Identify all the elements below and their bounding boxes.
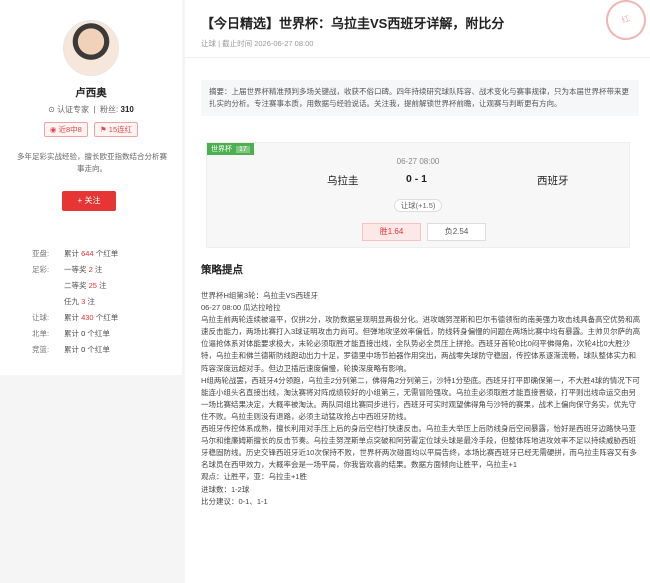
paragraph: 06-27 08:00 瓜达拉哈拉	[201, 303, 281, 313]
badge-recent: ◉ 近8中8	[43, 122, 88, 137]
league-tag: 世界杯 17	[207, 143, 254, 155]
follow-button[interactable]: + 关注	[62, 191, 116, 211]
stat-row: 足彩: 一等奖 2 注	[32, 265, 103, 274]
author-sidebar: 卢西奥 ⊙ 认证专家 | 粉丝: 310 ◉ 近8中8 ⚑ 15连红 多年足彩实…	[0, 0, 182, 583]
article-panel: 【今日精选】世界杯：乌拉圭VS西班牙详解，附比分 让球 | 截止时间 2026-…	[185, 0, 650, 583]
author-badges: ◉ 近8中8 ⚑ 15连红	[0, 122, 182, 137]
article-summary: 摘要：上届世界杯精准预判多场关键战，收获不俗口碑。四年持续研究球队阵容、战术变化…	[201, 80, 639, 116]
avatar[interactable]	[63, 20, 119, 76]
away-team: 西班牙	[537, 175, 569, 187]
article-title: 【今日精选】世界杯：乌拉圭VS西班牙详解，附比分	[201, 16, 505, 31]
verified-label: 认证专家	[57, 105, 90, 114]
badge-streak: ⚑ 15连红	[93, 122, 139, 137]
paragraph: 观点：让胜平，亚：乌拉圭+1胜	[201, 472, 308, 482]
paragraph: 进球数：1-2球	[201, 484, 250, 494]
author-bio: 多年足彩实战经验，擅长欧亚指数结合分析赛事走向。	[17, 152, 167, 173]
home-team: 乌拉圭	[327, 175, 359, 187]
match-datetime: 06-27 08:00	[396, 157, 440, 166]
paragraph: 乌拉圭前两轮连续被逼平，仅拼2分，攻防数据呈现明显两极分化。进攻端努涅斯和巴尔韦…	[201, 315, 641, 373]
match-score: 0 - 1	[406, 173, 428, 185]
handicap-label: 让球(+1.5)	[207, 199, 629, 212]
divider	[185, 57, 650, 58]
fans-label: 粉丝:	[100, 105, 119, 114]
paragraph: 西班牙传控体系成熟，擅长利用对手压上后的身后空档打快速反击。乌拉圭大举压上后防线…	[201, 424, 637, 470]
section-heading: 策略提点	[201, 264, 243, 276]
article-body: 世界杯H组第3轮：乌拉圭VS西班牙 06-27 08:00 瓜达拉哈拉 乌拉圭前…	[201, 290, 641, 508]
stat-row: 亚盘: 累计 644 个红单	[32, 249, 119, 258]
verified-icon: ⊙	[48, 105, 55, 114]
match-card[interactable]: 世界杯 17 06-27 08:00 乌拉圭 0 - 1 西班牙 让球(+1.5)…	[206, 142, 630, 248]
odds-lose-button[interactable]: 负2.54	[427, 223, 486, 241]
fans-count: 310	[120, 105, 134, 114]
flag-icon: ⚑	[99, 125, 107, 134]
author-stats: 亚盘: 累计 644 个红单 足彩: 一等奖 2 注 二等奖 25 注 任九 3 注…	[32, 246, 118, 358]
stat-row: 二等奖 25 注	[64, 281, 107, 290]
article-meta: 让球 | 截止时间 2026-06-27 08:00	[201, 39, 314, 48]
stat-row: 让球: 累计 430 个红单	[32, 313, 119, 322]
fire-icon: ◉	[49, 125, 57, 134]
stat-row: 北单: 累计 0 个红单	[32, 329, 110, 338]
stat-row: 任九 3 注	[64, 297, 95, 306]
odds-win-button[interactable]: 胜1.64	[362, 223, 421, 241]
paragraph: 世界杯H组第3轮：乌拉圭VS西班牙	[201, 291, 319, 300]
stat-row: 竞篮: 累计 0 个红单	[32, 345, 110, 354]
author-meta: ⊙ 认证专家 | 粉丝: 310	[48, 105, 134, 114]
red-stamp: 红	[600, 0, 650, 46]
author-name[interactable]: 卢西奥	[0, 85, 182, 100]
paragraph: H组两轮战罢，西班牙4分领跑，乌拉圭2分列第二，佛得角2分列第三，沙特1分垫底。…	[201, 375, 640, 421]
author-card: 卢西奥 ⊙ 认证专家 | 粉丝: 310 ◉ 近8中8 ⚑ 15连红 多年足彩实…	[0, 0, 182, 375]
paragraph: 比分建议：0-1、1-1	[201, 496, 268, 506]
